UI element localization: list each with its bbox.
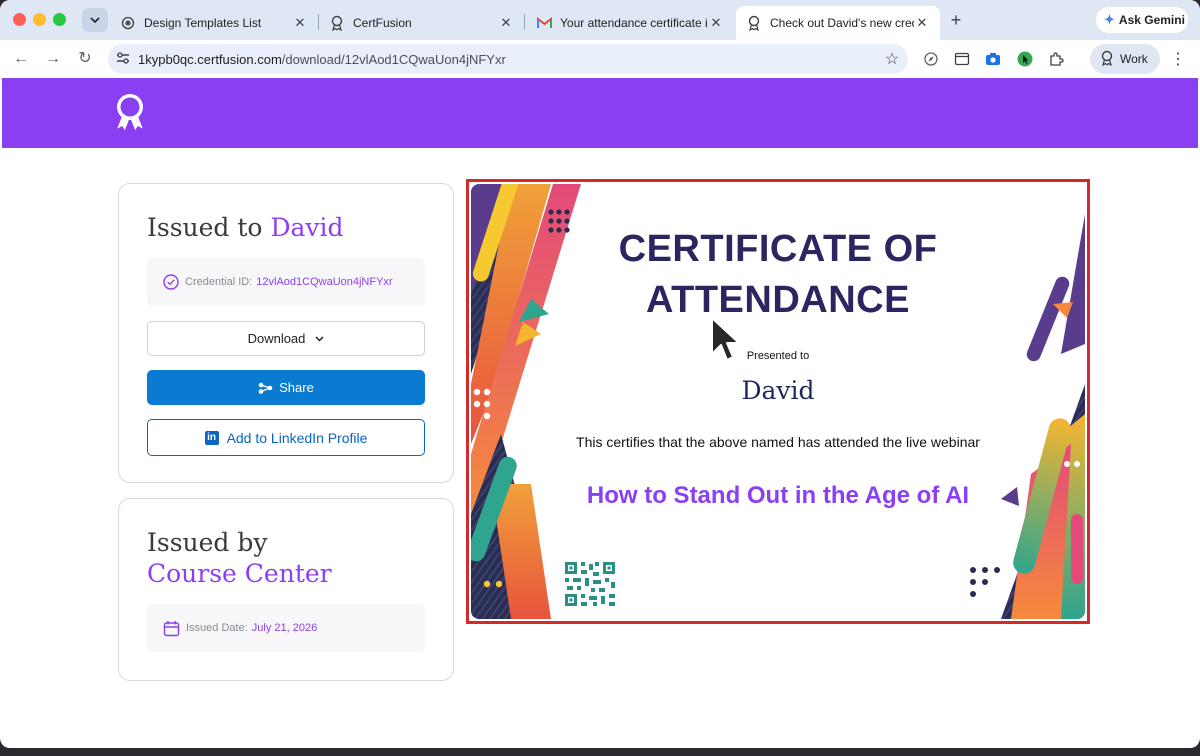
forward-arrow-icon[interactable]: → <box>42 48 64 70</box>
webinar-title: How to Stand Out in the Age of AI <box>586 482 970 509</box>
certificate-title-line1: CERTIFICATE OF <box>618 228 938 270</box>
back-arrow-icon[interactable]: ← <box>10 48 32 70</box>
chevron-down-icon <box>90 17 100 24</box>
tab-david-credential[interactable]: Check out David's new crede ✕ <box>736 6 940 40</box>
browser-toolbar: ← → ↻ 1kypb0qc.certfusion.com/download/1… <box>0 40 1200 78</box>
new-tab-button[interactable]: + <box>946 10 966 30</box>
reload-icon[interactable]: ↻ <box>74 48 96 70</box>
mouse-pointer-icon <box>711 317 740 361</box>
close-tab-icon[interactable]: ✕ <box>292 15 308 31</box>
ask-gemini-label: Ask Gemini <box>1118 13 1185 27</box>
url-text: 1kypb0qc.certfusion.com/download/12vlAod… <box>138 52 876 67</box>
compass-extension-icon[interactable] <box>921 49 941 69</box>
url-host: 1kypb0qc.certfusion.com <box>138 51 282 67</box>
profile-work-button[interactable]: Work <box>1090 44 1160 74</box>
openai-icon <box>120 15 136 31</box>
certificate-recipient: David <box>741 376 815 405</box>
site-settings-icon[interactable] <box>108 51 138 67</box>
tab-certfusion[interactable]: CertFusion ✕ <box>319 6 524 40</box>
minimize-window-button[interactable] <box>33 13 46 26</box>
share-nodes-icon <box>258 382 273 394</box>
issued-date-label: Issued Date: <box>186 622 248 634</box>
ask-gemini-button[interactable]: ✦ Ask Gemini <box>1096 7 1188 33</box>
tab-gmail[interactable]: Your attendance certificate is ✕ <box>526 6 734 40</box>
add-to-linkedin-button[interactable]: in Add to LinkedIn Profile <box>147 419 425 456</box>
credential-id-row: Credential ID: 12vlAod1CQwaUon4jNFYxr <box>147 258 425 306</box>
bookmark-star-icon[interactable]: ☆ <box>876 49 908 69</box>
share-label: Share <box>279 380 314 395</box>
presented-to-label: Presented to <box>746 350 810 362</box>
gemini-sparkle-icon: ✦ <box>1104 12 1115 27</box>
ribbon-icon <box>746 15 762 31</box>
close-window-button[interactable] <box>13 13 26 26</box>
address-bar[interactable]: 1kypb0qc.certfusion.com/download/12vlAod… <box>108 44 908 74</box>
certificate-title-line2: ATTENDANCE <box>646 279 910 321</box>
window-extension-icon[interactable] <box>952 49 972 69</box>
kebab-menu-icon[interactable]: ⋮ <box>1170 49 1186 69</box>
download-label: Download <box>247 331 306 346</box>
tab-strip: Design Templates List ✕ CertFusion ✕ You… <box>0 0 1200 40</box>
url-path: /download/12vlAod1CQwaUon4jNFYxr <box>281 51 506 67</box>
certificate-highlight-frame: CERTIFICATE OF ATTENDANCE Presented to D… <box>466 179 1090 624</box>
linkedin-icon: in <box>204 430 219 445</box>
tab-label: Check out David's new crede <box>770 16 914 30</box>
gmail-icon <box>536 15 552 31</box>
verified-check-icon <box>163 274 179 290</box>
issuer-card: Issued by Course Center Issued Date: Jul… <box>118 498 454 681</box>
tab-label: Your attendance certificate is <box>560 16 708 30</box>
header-banner <box>2 78 1198 148</box>
tab-label: CertFusion <box>353 16 412 30</box>
download-button[interactable]: Download <box>147 321 425 356</box>
maximize-window-button[interactable] <box>53 13 66 26</box>
credential-card: Issued to David Credential ID: 12vlAod1C… <box>118 183 454 483</box>
issued-date-value: July 21, 2026 <box>251 622 318 634</box>
profile-label: Work <box>1120 52 1148 66</box>
page-content: Issued to David Credential ID: 12vlAod1C… <box>2 78 1198 748</box>
certifies-statement: This certifies that the above named has … <box>576 434 980 450</box>
issued-to-heading: Issued to David <box>147 212 344 244</box>
issued-by-prefix: Issued by <box>147 528 268 557</box>
browser-window: Design Templates List ✕ CertFusion ✕ You… <box>0 0 1200 748</box>
credential-id-value: 12vlAod1CQwaUon4jNFYxr <box>256 276 393 288</box>
ribbon-icon <box>1100 50 1114 69</box>
chevron-down-icon <box>315 333 324 345</box>
camera-extension-icon[interactable] <box>983 49 1003 69</box>
close-tab-icon[interactable]: ✕ <box>708 15 724 31</box>
close-tab-icon[interactable]: ✕ <box>498 15 514 31</box>
issued-date-row: Issued Date: July 21, 2026 <box>147 604 425 652</box>
tab-divider <box>524 14 525 30</box>
issuer-name: Course Center <box>147 559 332 588</box>
recipient-name: David <box>270 213 344 242</box>
tab-search-button[interactable] <box>82 8 108 32</box>
certificate-image[interactable]: CERTIFICATE OF ATTENDANCE Presented to D… <box>471 184 1085 619</box>
close-tab-icon[interactable]: ✕ <box>914 15 930 31</box>
cursor-extension-icon[interactable] <box>1015 49 1035 69</box>
award-ribbon-logo-icon[interactable] <box>110 92 150 134</box>
puzzle-extensions-icon[interactable] <box>1046 49 1066 69</box>
tab-label: Design Templates List <box>144 16 262 30</box>
ribbon-icon <box>329 15 345 31</box>
linkedin-label: Add to LinkedIn Profile <box>226 429 368 446</box>
calendar-icon <box>163 620 180 637</box>
credential-id-label: Credential ID: <box>185 276 253 288</box>
share-button[interactable]: Share <box>147 370 425 405</box>
qr-code-icon <box>563 560 617 608</box>
issued-to-prefix: Issued to <box>147 213 263 242</box>
tab-design-templates[interactable]: Design Templates List ✕ <box>110 6 318 40</box>
